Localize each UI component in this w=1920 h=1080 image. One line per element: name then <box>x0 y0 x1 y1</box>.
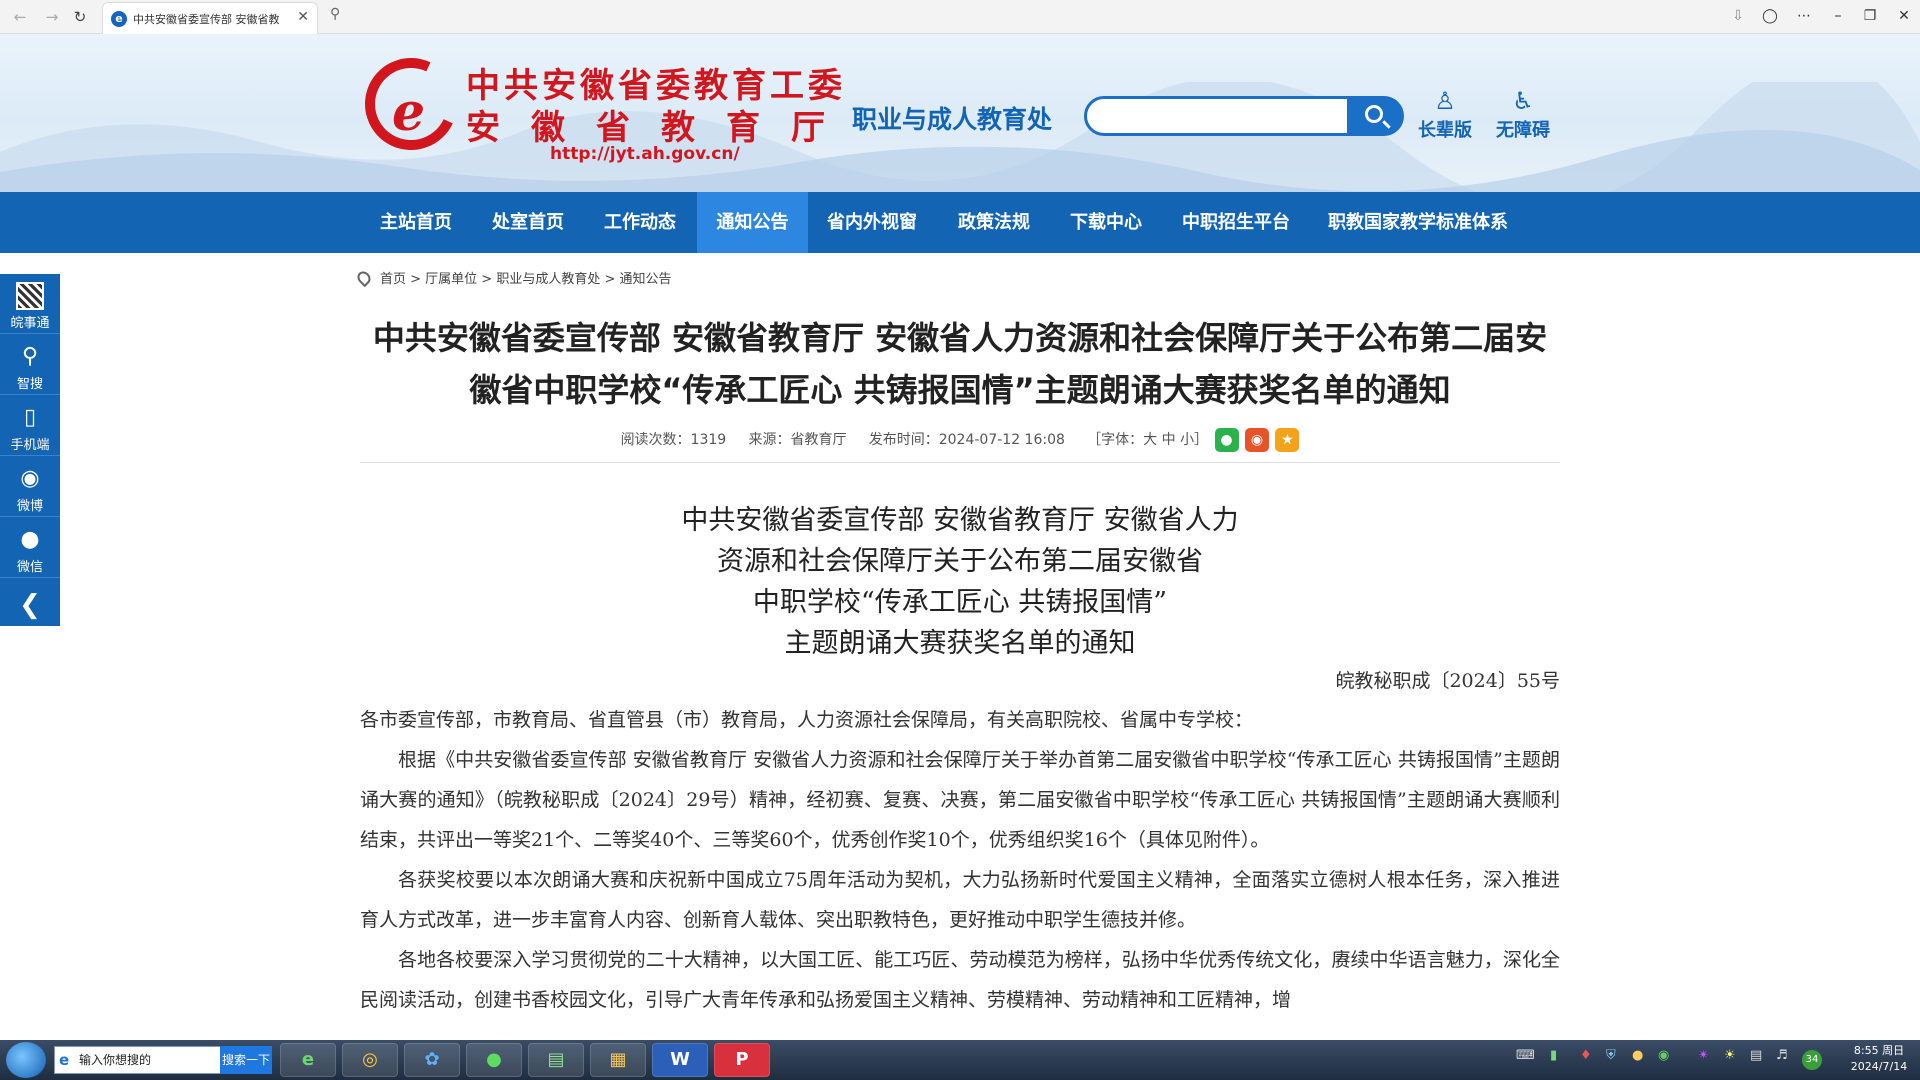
site-header: e 中共安徽省委教育工委 安徽省教育厅 http://jyt.ah.gov.cn… <box>0 34 1920 192</box>
tray-bluetooth-icon[interactable]: ✴ <box>1698 1048 1709 1063</box>
nav-item-dept-home[interactable]: 处室首页 <box>478 192 578 253</box>
close-tab-icon[interactable]: ✕ <box>297 9 309 25</box>
start-button[interactable] <box>6 1042 46 1078</box>
browser-chrome: ← → ↻ e 中共安徽省委宣传部 安徽省教 ✕ ⚲ ⇩ ◯ ⋯ – ❐ ✕ <box>0 0 1920 34</box>
floatbar-item-wanshitong[interactable]: 皖事通 <box>0 274 60 334</box>
tray-keyboard-icon[interactable]: ⌨ <box>1516 1048 1535 1063</box>
document-title: 中共安徽省委宣传部 安徽省教育厅 安徽省人力 资源和社会保障厅关于公布第二届安徽… <box>681 505 1239 659</box>
main-nav: 主站首页 处室首页 工作动态 通知公告 省内外视窗 政策法规 下载中心 中职招生… <box>0 192 1920 253</box>
location-pin-icon <box>354 268 374 288</box>
salutation: 各市委宣传部，市教育局、省直管县（市）教育局，人力资源社会保障局，有关高职院校、… <box>360 709 1254 731</box>
elder-icon: ♙ <box>1434 87 1456 115</box>
nav-item-standards[interactable]: 职教国家教学标准体系 <box>1318 192 1518 253</box>
mobile-icon: ▯ <box>23 405 37 430</box>
weibo-icon: ◉ <box>20 466 40 491</box>
share-wechat-icon[interactable]: ● <box>1214 428 1239 452</box>
restore-icon[interactable]: ❐ <box>1860 8 1880 24</box>
browser-tab[interactable]: e 中共安徽省委宣传部 安徽省教 ✕ <box>102 2 318 34</box>
ie-icon: e <box>59 1051 70 1069</box>
accessibility-link[interactable]: ♿ 无障碍 <box>1488 86 1558 142</box>
nav-item-policy[interactable]: 政策法规 <box>944 192 1044 253</box>
tray-chrome-icon[interactable]: ● <box>1632 1048 1643 1063</box>
search-icon <box>1365 105 1383 123</box>
meta-reads: 阅读次数：1319 <box>620 432 727 448</box>
taskbar-search[interactable]: e 输入你想搜的 <box>54 1046 222 1074</box>
tray-shield-icon[interactable]: ⛨ <box>1606 1048 1616 1063</box>
nav-item-home[interactable]: 主站首页 <box>366 192 466 253</box>
taskbar-wechat-icon[interactable]: ● <box>466 1043 522 1077</box>
taskbar-search-text: 输入你想搜的 <box>79 1053 152 1067</box>
site-url: http://jyt.ah.gov.cn/ <box>550 144 740 164</box>
article-title: 中共安徽省委宣传部 安徽省教育厅 安徽省人力资源和社会保障厅关于公布第二届安 徽… <box>372 319 1548 409</box>
body-paragraph: 各地各校要深入学习贯彻党的二十大精神，以大国工匠、能工巧匠、劳动模范为榜样，弘扬… <box>360 949 1560 1011</box>
breadcrumb: 首页 > 厅属单位 > 职业与成人教育处 > 通知公告 <box>354 268 671 288</box>
tray-network-icon[interactable]: ▤ <box>1750 1048 1762 1063</box>
taskbar-browser-icon[interactable]: e <box>280 1043 336 1077</box>
tab-title: 中共安徽省委宣传部 安徽省教 <box>133 13 280 26</box>
minimize-icon[interactable]: – <box>1828 8 1848 24</box>
nav-item-enrollment[interactable]: 中职招生平台 <box>1168 192 1304 253</box>
refresh-icon[interactable]: ↻ <box>70 7 90 27</box>
tray-input-icon[interactable]: ☀ <box>1724 1048 1736 1063</box>
meta-source: 来源：省教育厅 <box>748 432 847 448</box>
department-name: 职业与成人教育处 <box>852 105 1053 134</box>
wechat-icon: ● <box>20 527 40 552</box>
tray-security-icon[interactable]: ♦ <box>1580 1048 1592 1063</box>
body-paragraph: 根据《中共安徽省委宣传部 安徽省教育厅 安徽省人力资源和社会保障厅关于举办首第二… <box>360 749 1560 851</box>
floatbar-item-smart-search[interactable]: ⚲ 智搜 <box>0 335 60 395</box>
floatbar-item-wechat[interactable]: ● 微信 <box>0 518 60 578</box>
taskbar-chrome-icon[interactable]: ◎ <box>342 1043 398 1077</box>
forward-icon[interactable]: → <box>42 7 62 27</box>
nav-item-notices[interactable]: 通知公告 <box>697 192 808 253</box>
nav-item-window[interactable]: 省内外视窗 <box>814 192 930 253</box>
nav-item-work-news[interactable]: 工作动态 <box>590 192 690 253</box>
system-clock[interactable]: 8:55 周日 2024/7/14 <box>1842 1043 1916 1075</box>
site-search-button[interactable] <box>1347 96 1404 136</box>
nav-item-download[interactable]: 下载中心 <box>1056 192 1156 253</box>
floatbar-collapse[interactable]: ❮ <box>0 579 60 639</box>
tab-search-icon[interactable]: ⚲ <box>330 6 340 22</box>
taskbar-remote-icon[interactable]: ▤ <box>528 1043 584 1077</box>
breadcrumb-text[interactable]: 首页 > 厅属单位 > 职业与成人教育处 > 通知公告 <box>380 272 671 287</box>
back-icon[interactable]: ← <box>10 7 30 27</box>
left-float-bar: 皖事通 ⚲ 智搜 ▯ 手机端 ◉ 微博 ● 微信 ❮ <box>0 274 60 626</box>
taskbar-search-button[interactable]: 搜索一下 <box>220 1046 272 1074</box>
article-meta: 阅读次数：1319 来源：省教育厅 发布时间：2024-07-12 16:08 … <box>360 428 1560 452</box>
font-size-switch[interactable]: ［字体：大 中 小］ <box>1087 432 1208 448</box>
taskbar-folder-icon[interactable]: ▦ <box>590 1043 646 1077</box>
site-search <box>1084 96 1404 136</box>
favicon-icon: e <box>111 11 127 27</box>
tray-badge[interactable]: 34 <box>1802 1050 1822 1070</box>
mountain-background <box>0 82 1920 192</box>
article-body: 各市委宣传部，市教育局、省直管县（市）教育局，人力资源社会保障局，有关高职院校、… <box>360 700 1560 1020</box>
tray-volume-icon[interactable]: ♬ <box>1776 1048 1788 1063</box>
meta-time: 发布时间：2024-07-12 16:08 <box>868 432 1065 448</box>
floatbar-item-mobile[interactable]: ▯ 手机端 <box>0 396 60 456</box>
accessibility-icon: ♿ <box>1512 87 1534 115</box>
qr-code-icon <box>16 282 44 310</box>
taskbar-wps-icon[interactable]: P <box>714 1043 770 1077</box>
more-icon[interactable]: ⋯ <box>1794 8 1814 24</box>
taskbar-word-icon[interactable]: W <box>652 1043 708 1077</box>
download-icon[interactable]: ⇩ <box>1728 8 1748 24</box>
title-divider <box>360 462 1560 463</box>
body-paragraph: 各获奖校要以本次朗诵大赛和庆祝新中国成立75周年活动为契机，大力弘扬新时代爱国主… <box>360 869 1560 931</box>
floatbar-item-weibo[interactable]: ◉ 微博 <box>0 457 60 517</box>
close-window-icon[interactable]: ✕ <box>1894 8 1914 24</box>
site-search-input[interactable] <box>1084 96 1350 136</box>
favorite-star-icon[interactable]: ★ <box>1275 428 1300 452</box>
tray-battery-icon[interactable]: ▮ <box>1550 1048 1557 1063</box>
site-logo-icon[interactable]: e <box>392 82 425 143</box>
smart-search-icon: ⚲ <box>21 344 39 369</box>
globe-icon[interactable]: ◯ <box>1760 8 1780 24</box>
taskbar: e 输入你想搜的 搜索一下 e ◎ ✿ ● ▤ ▦ W P ⌨ ▮ ♦ ⛨ ● … <box>0 1040 1920 1080</box>
document-number: 皖教秘职成〔2024〕55号 <box>1335 670 1560 692</box>
org-name-line2: 安徽省教育厅 <box>466 108 856 148</box>
tray-app-icon[interactable]: ◉ <box>1658 1048 1669 1063</box>
share-weibo-icon[interactable]: ◉ <box>1244 428 1269 452</box>
taskbar-cloud-icon[interactable]: ✿ <box>404 1043 460 1077</box>
chevron-left-icon: ❮ <box>19 590 41 620</box>
elder-mode-link[interactable]: ♙ 长辈版 <box>1410 86 1480 142</box>
